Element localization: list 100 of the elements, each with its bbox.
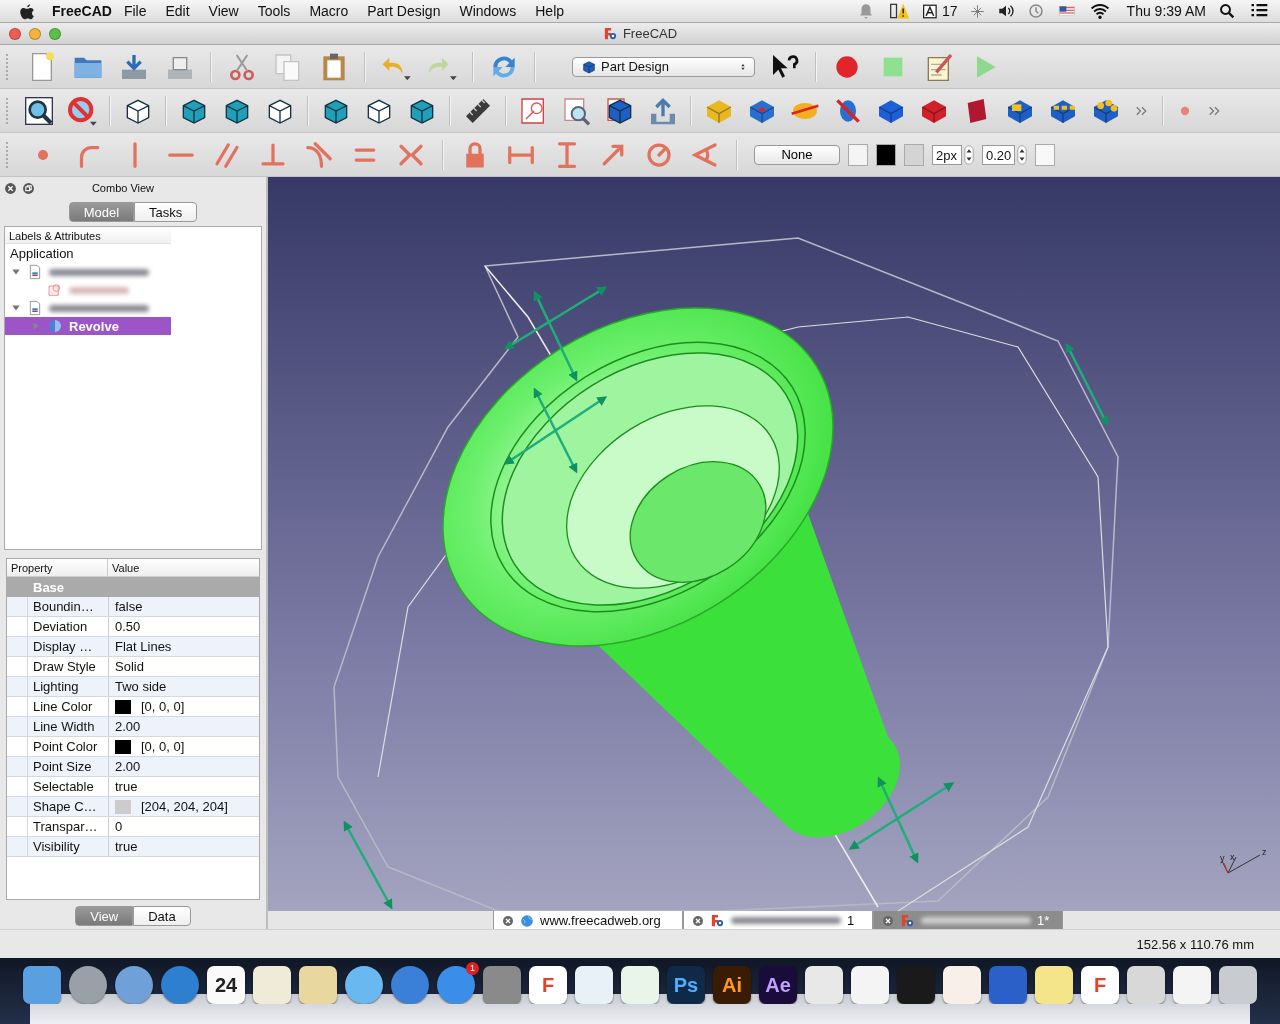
property-value[interactable]: [0, 0, 0] [141, 699, 185, 714]
revolve-feature-icon [47, 318, 63, 334]
tab[interactable]: View [75, 906, 134, 926]
menu-item[interactable]: File [123, 3, 147, 19]
dock-app-icon[interactable] [1219, 966, 1257, 1004]
panel-title: Combo View [90, 182, 156, 194]
prohibited-icon[interactable] [66, 94, 98, 127]
property-name: Lighting [27, 677, 109, 696]
tab[interactable]: Tasks [134, 202, 198, 222]
dock-app-icon[interactable]: 24 [207, 966, 245, 1004]
document-tab[interactable]: 1 [683, 911, 873, 931]
document-icon [27, 264, 43, 280]
gear-logo-icon [900, 913, 915, 928]
clock-text[interactable]: Thu 9:39 AM [1126, 3, 1206, 19]
menu-item[interactable]: Macro [309, 3, 349, 19]
property-value[interactable]: false [109, 597, 259, 616]
property-value[interactable]: Flat Lines [109, 637, 259, 656]
spinner-arrows-icon[interactable] [1017, 144, 1028, 165]
3d-viewport[interactable]: y x z [268, 177, 1280, 911]
color-swatch[interactable] [1035, 143, 1056, 166]
dock-app-icon[interactable] [161, 966, 199, 1004]
property-name: Display … [27, 637, 109, 656]
dock-app-icon[interactable]: F [529, 966, 567, 1004]
dock-app-icon[interactable] [345, 966, 383, 1004]
workbench-dropdown[interactable]: Part Design [572, 56, 755, 77]
dock-app-icon[interactable] [391, 966, 429, 1004]
property-name: Point Size [27, 757, 109, 776]
cube-icon [581, 58, 597, 75]
battery-warning-icon[interactable] [887, 1, 912, 21]
app-menu[interactable]: FreeCAD [52, 3, 112, 19]
column-header: Property [7, 559, 108, 576]
zoom-button[interactable] [49, 27, 61, 40]
dock-app-icon[interactable]: Ps [667, 966, 705, 1004]
minimize-button[interactable] [29, 27, 41, 40]
tree-item[interactable]: Revolve [5, 317, 171, 335]
gear-logo-icon [602, 26, 618, 41]
property-value[interactable]: [204, 204, 204] [141, 799, 228, 814]
menu-item[interactable]: Part Design [367, 3, 441, 19]
tangent-icon[interactable] [304, 139, 334, 170]
dock-app-icon[interactable]: Ai [713, 966, 751, 1004]
close-icon[interactable] [882, 914, 894, 927]
close-icon[interactable] [502, 914, 514, 927]
transparency-field[interactable]: 0.20 [982, 144, 1016, 165]
property-value[interactable]: 0.50 [109, 617, 259, 636]
column-header: Value [111, 561, 140, 576]
dock-app-icon[interactable]: Ae [759, 966, 797, 1004]
menu-item[interactable]: Windows [459, 3, 517, 19]
close-button[interactable] [9, 27, 21, 40]
tree-item[interactable]: Application [5, 244, 79, 263]
property-value[interactable]: 2.00 [109, 717, 259, 736]
letter-a-icon[interactable] [923, 3, 939, 19]
sparkle-icon[interactable] [969, 3, 985, 19]
group-header: Base [33, 579, 65, 595]
line-width-field[interactable]: 2px [932, 144, 962, 165]
menu-item[interactable]: Help [535, 3, 565, 19]
menu-item[interactable]: Edit [165, 3, 190, 19]
sketch-icon [47, 282, 63, 298]
property-value[interactable]: true [109, 777, 259, 796]
dock-app-icon[interactable] [69, 966, 107, 1004]
property-name: Deviation [27, 617, 109, 636]
close-icon[interactable] [4, 181, 17, 195]
menu-item[interactable]: View [208, 3, 239, 19]
blurred-label [69, 286, 129, 294]
property-name: Point Color [27, 737, 109, 756]
tab[interactable]: Data [133, 906, 191, 926]
globe-icon [520, 913, 534, 928]
wifi-icon[interactable] [1088, 1, 1111, 21]
menu-item[interactable]: Tools [257, 3, 291, 19]
property-name: Shape C… [27, 797, 109, 816]
dock-app-icon[interactable]: F [1081, 966, 1119, 1004]
document-tab[interactable]: www.freecadweb.org [493, 911, 683, 931]
expanded-triangle-icon[interactable] [11, 303, 21, 313]
property-value[interactable]: Solid [109, 657, 259, 676]
dock-app-icon[interactable] [115, 966, 153, 1004]
tab[interactable]: Model [68, 202, 135, 222]
flag-icon[interactable] [1056, 3, 1077, 19]
spinner-arrows-icon[interactable] [964, 144, 974, 165]
property-value[interactable]: Two side [109, 677, 259, 696]
apple-icon[interactable] [18, 2, 36, 20]
style-button[interactable]: None [754, 144, 840, 165]
color-swatch[interactable] [876, 143, 896, 166]
notification-count: 17 [942, 3, 958, 19]
property-value[interactable]: 0 [109, 817, 259, 836]
color-swatch[interactable] [848, 143, 868, 166]
float-icon[interactable] [22, 181, 35, 195]
property-name: Line Color [27, 697, 109, 716]
property-value[interactable]: [0, 0, 0] [141, 739, 185, 754]
property-name: Line Width [27, 717, 109, 736]
expanded-triangle-icon[interactable] [11, 267, 21, 277]
property-name: Draw Style [27, 657, 109, 676]
close-icon[interactable] [692, 914, 704, 927]
property-name: Boundin… [27, 597, 109, 616]
zoom-icon[interactable] [23, 94, 55, 127]
property-value[interactable]: true [109, 837, 259, 856]
clock-icon[interactable] [1026, 2, 1045, 20]
document-icon [27, 300, 43, 316]
property-value[interactable]: 2.00 [109, 757, 259, 776]
search-icon[interactable] [1218, 2, 1236, 20]
color-swatch[interactable] [904, 143, 924, 166]
property-name: Selectable [27, 777, 109, 796]
